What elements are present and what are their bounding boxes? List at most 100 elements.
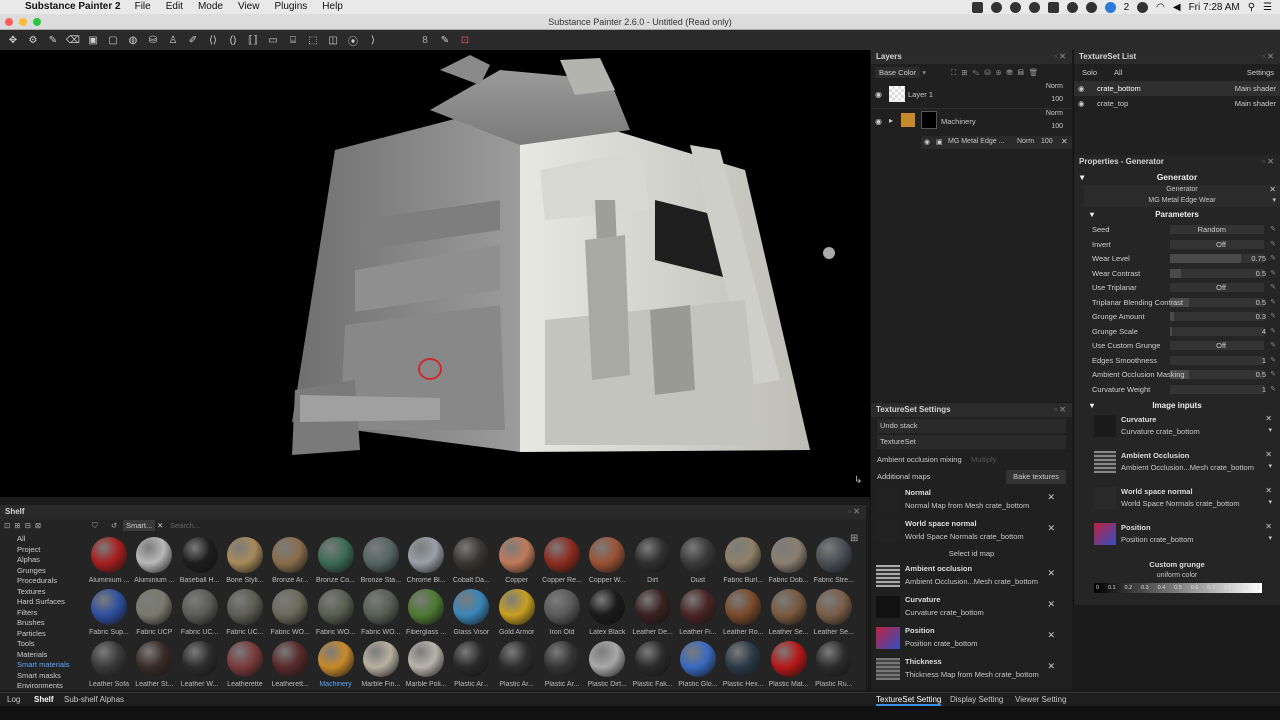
uv-icon[interactable]: ⬚: [304, 32, 322, 48]
param-row[interactable]: Grunge Scale 4 ✎: [1092, 325, 1276, 338]
param-value[interactable]: Off: [1216, 339, 1226, 352]
camera-view-icon[interactable]: ▭: [264, 32, 282, 48]
menu-plugins[interactable]: Plugins: [274, 0, 307, 14]
edit-icon[interactable]: ✎: [1270, 325, 1276, 338]
layer-name[interactable]: Machinery: [941, 117, 976, 126]
picker-icon[interactable]: ✐: [184, 32, 202, 48]
brush-icon[interactable]: ✎: [44, 32, 62, 48]
param-row[interactable]: Use Custom Grunge Off ✎: [1092, 339, 1276, 352]
menu-help[interactable]: Help: [322, 0, 343, 14]
material-label[interactable]: Fabric Sup...: [85, 629, 133, 636]
ao-mixing-dropdown[interactable]: Multiply: [971, 451, 996, 468]
material-thumbnail[interactable]: [679, 589, 716, 625]
param-row[interactable]: Ambient Occlusion Masking 0.5 ✎: [1092, 368, 1276, 381]
param-row[interactable]: Seed Random ✎: [1092, 223, 1276, 236]
textureset-name[interactable]: crate_top: [1097, 96, 1128, 111]
material-thumbnail[interactable]: [498, 537, 535, 573]
map-slot[interactable]: World space normal World Space Normals cr…: [875, 517, 1069, 546]
material-label[interactable]: Fabric UC...: [176, 629, 224, 636]
material-thumbnail[interactable]: [91, 641, 127, 677]
material-label[interactable]: Latex Black: [583, 629, 631, 636]
effect-blend[interactable]: Norm: [1017, 138, 1034, 145]
close-icon[interactable]: ✕: [1265, 486, 1272, 495]
param-value[interactable]: 0.5: [1256, 368, 1266, 381]
material-label[interactable]: Machinery: [312, 681, 360, 688]
close-icon[interactable]: ✕: [1265, 450, 1272, 459]
menu-mode[interactable]: Mode: [198, 0, 223, 14]
material-thumbnail[interactable]: [317, 641, 354, 677]
shelf-category[interactable]: Textures: [0, 587, 84, 598]
screen-share-icon[interactable]: [971, 1, 983, 13]
param-row[interactable]: Triplanar Blending Contrast 0.5 ✎: [1092, 296, 1276, 309]
param-value[interactable]: Random: [1198, 223, 1226, 236]
material-label[interactable]: Plastic Hex...: [719, 681, 767, 688]
material-label[interactable]: Copper: [493, 577, 541, 584]
settings-icon[interactable]: ⚙: [24, 32, 42, 48]
shelf-category[interactable]: Brushes: [0, 618, 84, 629]
effect-name[interactable]: MG Metal Edge ...: [948, 138, 1004, 145]
3d-viewport[interactable]: ↳: [0, 50, 870, 497]
param-value[interactable]: 0.75: [1251, 252, 1266, 265]
material-thumbnail[interactable]: [634, 537, 671, 573]
layer-name[interactable]: Layer 1: [908, 90, 933, 99]
material-label[interactable]: Plastic Mat...: [765, 681, 813, 688]
edit-icon[interactable]: ✎: [1270, 383, 1276, 396]
param-value[interactable]: 0.3: [1256, 310, 1266, 323]
shelf-search-input[interactable]: Search...: [170, 519, 200, 533]
material-thumbnail[interactable]: [453, 537, 490, 573]
material-thumbnail[interactable]: [181, 589, 218, 625]
tab-shelf[interactable]: Shelf: [34, 695, 54, 704]
material-label[interactable]: Leather De...: [629, 629, 677, 636]
material-thumbnail[interactable]: [815, 641, 852, 677]
shader-dropdown[interactable]: Main shader: [1235, 81, 1276, 96]
chevron-down-icon[interactable]: ▾: [1272, 196, 1276, 204]
chrome-icon[interactable]: [1066, 1, 1078, 13]
edit-icon[interactable]: ✎: [1270, 339, 1276, 352]
wifi-icon[interactable]: ◠: [1156, 2, 1165, 13]
material-thumbnail[interactable]: [770, 537, 807, 573]
menu-file[interactable]: File: [135, 0, 151, 14]
material-thumbnail[interactable]: [589, 537, 626, 573]
tab-textureset-setting[interactable]: TextureSet Setting: [876, 695, 942, 706]
volume-icon[interactable]: ◀: [1173, 2, 1181, 13]
material-thumbnail[interactable]: [544, 589, 580, 625]
brush-size-value[interactable]: 8: [416, 32, 434, 48]
map-slot[interactable]: Ambient occlusion Ambient Occlusion...Mes…: [875, 562, 1069, 591]
param-row[interactable]: Wear Level 0.75 ✎: [1092, 252, 1276, 265]
map-slot[interactable]: Curvature Curvature crate_bottom ✕: [875, 593, 1069, 622]
material-thumbnail[interactable]: [136, 641, 173, 677]
edit-icon[interactable]: ✎: [1270, 223, 1276, 236]
param-value[interactable]: Off: [1216, 238, 1226, 251]
tab-log[interactable]: Log: [7, 695, 20, 704]
display-mode-icon[interactable]: ⌸: [284, 32, 302, 48]
material-label[interactable]: Plastic Ar...: [447, 681, 495, 688]
sync-icon[interactable]: [1009, 1, 1021, 13]
bluetooth-icon[interactable]: [1137, 1, 1149, 13]
history-icon[interactable]: [1028, 1, 1040, 13]
param-slider[interactable]: [1170, 297, 1264, 307]
param-slider[interactable]: [1170, 268, 1264, 278]
uniform-color-slider[interactable]: 0 0.1 0.2 0.3 0.4 0.5 0.6 0.7 0.8 0.9 1: [1094, 583, 1262, 593]
layer-row[interactable]: ◉ Layer 1 Norm 100: [871, 82, 1072, 109]
image-input-slot[interactable]: Curvature Curvature crate_bottom ✕ ▾: [1092, 413, 1276, 447]
param-row[interactable]: Use Triplanar Off ✎: [1092, 281, 1276, 294]
mirror-icon[interactable]: (): [224, 32, 242, 48]
material-thumbnail[interactable]: [770, 641, 807, 677]
param-row[interactable]: Curvature Weight 1 ✎: [1092, 383, 1276, 396]
param-slider[interactable]: [1170, 312, 1264, 321]
edit-icon[interactable]: ✎: [1270, 281, 1276, 294]
minimize-window-button[interactable]: [19, 18, 27, 26]
transform-icon[interactable]: ✥: [4, 32, 22, 48]
smudge-icon[interactable]: ◍: [124, 32, 142, 48]
material-label[interactable]: Bronze Sta...: [357, 577, 405, 584]
parameters-section-header[interactable]: ▾ Parameters: [1074, 207, 1280, 223]
custom-grunge-slot[interactable]: Custom grunge uniform color: [1074, 559, 1280, 583]
material-thumbnail[interactable]: [544, 641, 580, 677]
menu-edit[interactable]: Edit: [166, 0, 183, 14]
crate-model[interactable]: [0, 50, 870, 497]
map-slot[interactable]: Position Position crate_bottom ✕: [875, 624, 1069, 653]
more-icon[interactable]: ⟩: [364, 32, 382, 48]
settings-button[interactable]: Settings: [1247, 64, 1274, 81]
material-thumbnail[interactable]: [589, 641, 626, 677]
shelf-category[interactable]: Procedurals: [0, 576, 84, 587]
